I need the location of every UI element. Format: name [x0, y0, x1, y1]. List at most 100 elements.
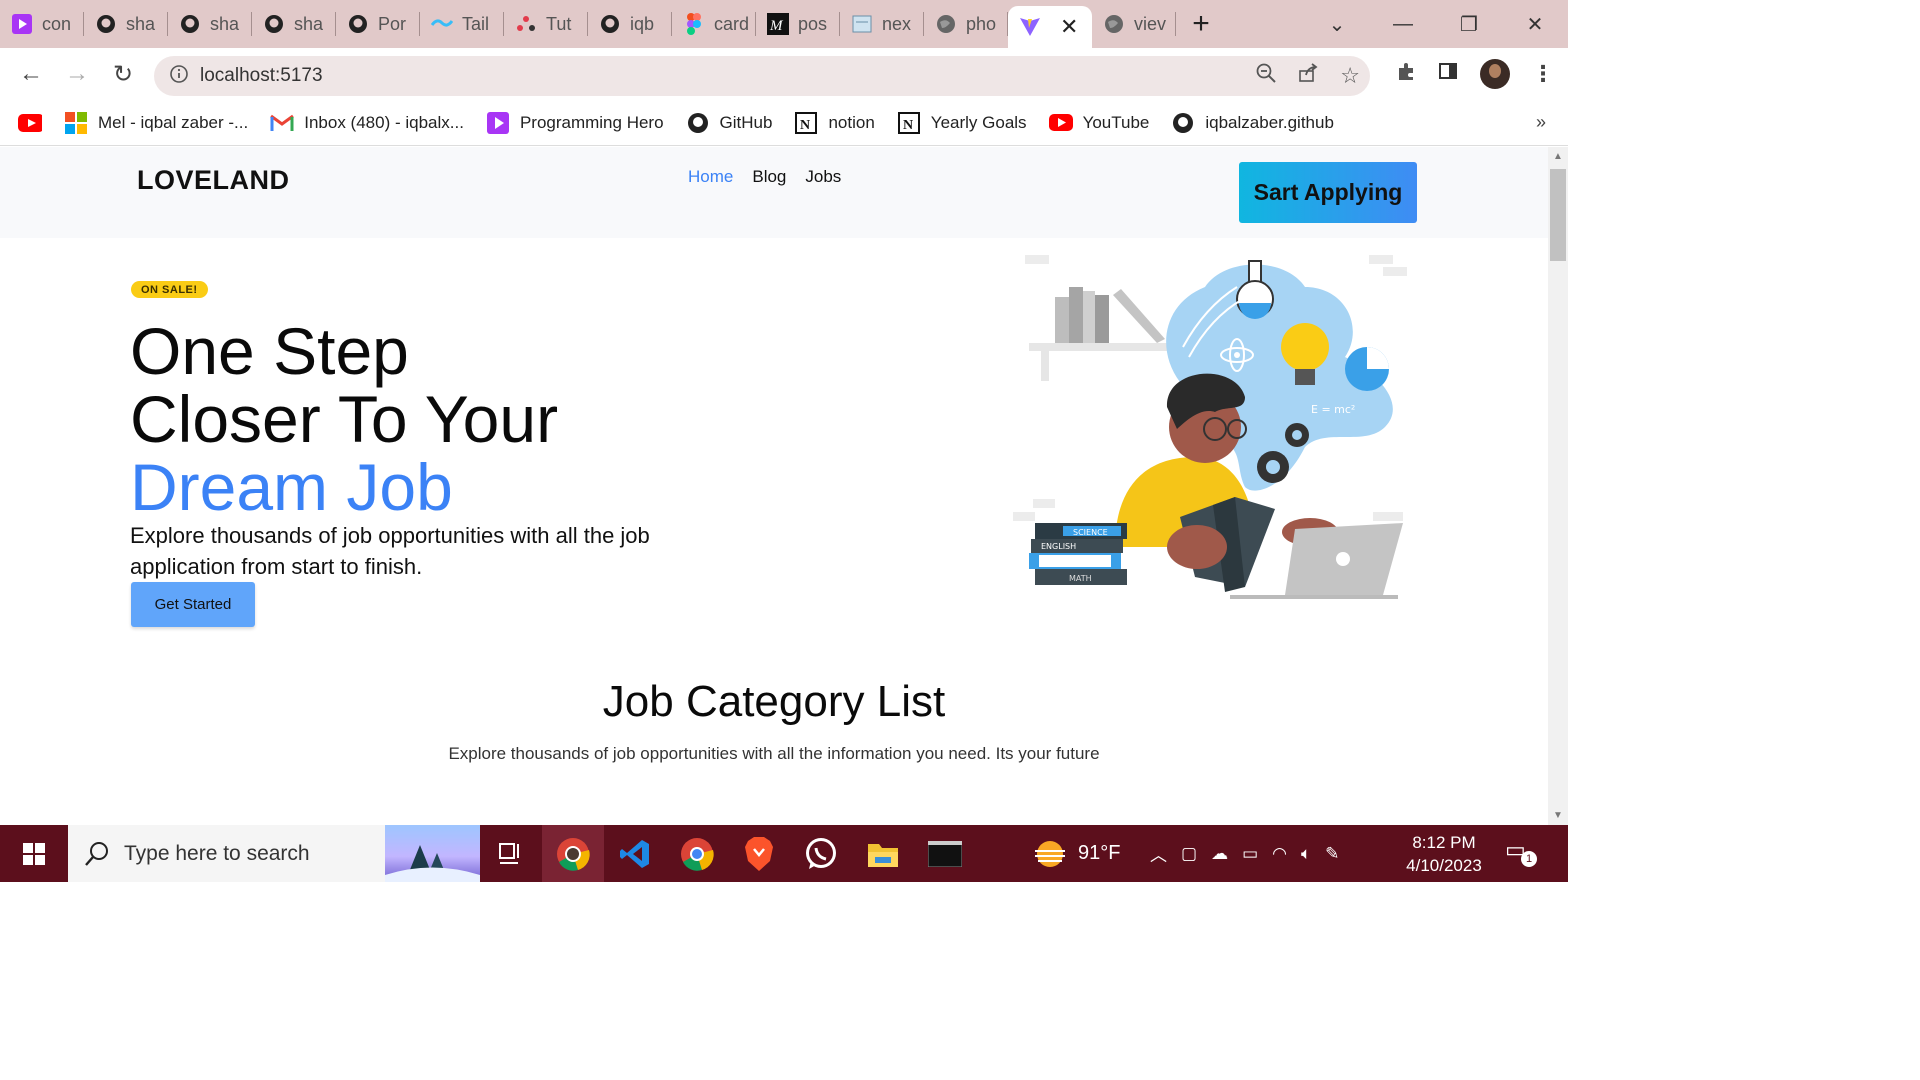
onedrive-icon[interactable]: ☁: [1211, 844, 1228, 864]
tab[interactable]: iqb: [588, 0, 672, 48]
taskbar-whatsapp[interactable]: [790, 825, 852, 882]
notion-icon: N: [794, 111, 818, 135]
scroll-up-arrow-icon[interactable]: ▲: [1553, 151, 1563, 162]
taskbar-vscode[interactable]: [604, 825, 666, 882]
tab[interactable]: nex: [840, 0, 924, 48]
task-view-icon: [499, 842, 519, 864]
volume-icon[interactable]: 🔈︎: [1301, 844, 1311, 864]
scroll-down-arrow-icon[interactable]: ▼: [1553, 810, 1563, 821]
bookmark-label: Programming Hero: [519, 112, 664, 132]
tab-strip: con sha sha sha Por Tail Tut iqb card M …: [0, 0, 1568, 48]
nav-jobs[interactable]: Jobs: [805, 167, 841, 187]
bookmark-inbox[interactable]: Inbox (480) - iqbalx...: [270, 111, 464, 135]
extensions-icon[interactable]: [1396, 61, 1416, 87]
tailwind-icon: [430, 12, 454, 36]
meet-now-icon[interactable]: ▢: [1181, 844, 1197, 864]
taskbar-search[interactable]: Type here to search: [68, 825, 480, 882]
tab-active[interactable]: ✕: [1008, 6, 1092, 48]
bookmarks-overflow-button[interactable]: »: [1536, 112, 1546, 133]
close-tab-icon[interactable]: ✕: [1060, 14, 1078, 40]
start-applying-button[interactable]: Sart Applying: [1239, 162, 1417, 223]
site-logo[interactable]: LOVELAND: [137, 165, 290, 196]
folder-icon: [868, 843, 898, 867]
tab[interactable]: sha: [84, 0, 168, 48]
bookmark-label: notion: [828, 112, 875, 132]
hero-illustration: E = mc² SCIENCE ENGLISH MATH: [1013, 255, 1407, 599]
page-scrollbar[interactable]: ▲ ▼: [1548, 147, 1568, 825]
bookmark-youtube-label[interactable]: YouTube: [1048, 111, 1149, 135]
profile-avatar[interactable]: [1480, 59, 1510, 89]
bookmark-programming-hero[interactable]: Programming Hero: [486, 111, 664, 135]
menu-icon[interactable]: ⋮: [1532, 61, 1554, 87]
tab-title: viev: [1134, 13, 1167, 34]
github-icon: [686, 111, 710, 135]
tab-title: card: [714, 13, 750, 34]
taskbar-file-explorer[interactable]: [852, 825, 914, 882]
wifi-icon[interactable]: ◠: [1272, 844, 1287, 864]
book-english: ENGLISH: [1041, 542, 1076, 551]
tray-overflow-icon[interactable]: ︿: [1150, 841, 1167, 866]
bookmark-youtube[interactable]: [18, 111, 42, 135]
github-icon: [262, 12, 286, 36]
terminal-icon: [928, 840, 962, 867]
bookmark-notion[interactable]: N notion: [794, 111, 875, 135]
tab-title: con: [42, 13, 72, 34]
tab-title: Tut: [546, 13, 572, 34]
tab-title: nex: [882, 13, 912, 34]
taskbar-clock[interactable]: 8:12 PM 4/10/2023: [1398, 831, 1490, 877]
close-window-button[interactable]: ✕: [1502, 12, 1568, 37]
tab[interactable]: con: [0, 0, 84, 48]
bookmark-yearly-goals[interactable]: N Yearly Goals: [897, 111, 1027, 135]
tab[interactable]: viev: [1092, 0, 1176, 48]
browser-toolbar: ← → ↻ localhost:5173 ☆ ⋮: [0, 48, 1568, 100]
clock-date: 4/10/2023: [1406, 856, 1482, 875]
info-icon[interactable]: [170, 64, 188, 88]
side-panel-icon[interactable]: [1438, 61, 1458, 87]
taskbar-chrome-profile[interactable]: [542, 825, 604, 882]
tab-title: pho: [966, 13, 997, 34]
tab[interactable]: card: [672, 0, 756, 48]
pen-icon[interactable]: ✎: [1325, 844, 1339, 864]
forward-button[interactable]: →: [54, 51, 100, 97]
tab[interactable]: sha: [168, 0, 252, 48]
figma-icon: [682, 12, 706, 36]
section-title: Job Category List: [602, 677, 946, 726]
nav-home[interactable]: Home: [688, 167, 733, 187]
tab-title: sha: [126, 13, 156, 34]
start-button[interactable]: [0, 825, 68, 882]
back-button[interactable]: ←: [8, 51, 54, 97]
taskbar-brave[interactable]: [728, 825, 790, 882]
minimize-button[interactable]: —: [1370, 13, 1436, 36]
bookmark-mel[interactable]: Mel - iqbal zaber -...: [64, 111, 248, 135]
reload-button[interactable]: ↻: [100, 51, 146, 97]
task-view-button[interactable]: [480, 825, 542, 882]
get-started-button[interactable]: Get Started: [131, 582, 255, 627]
tab[interactable]: Por: [336, 0, 420, 48]
tab[interactable]: M pos: [756, 0, 840, 48]
tab[interactable]: Tail: [420, 0, 504, 48]
scrollbar-thumb[interactable]: [1550, 169, 1566, 261]
tab[interactable]: Tut: [504, 0, 588, 48]
tab[interactable]: sha: [252, 0, 336, 48]
share-icon[interactable]: [1298, 63, 1318, 89]
bookmark-star-icon[interactable]: ☆: [1340, 63, 1360, 89]
bookmark-iqbalzaber-github[interactable]: iqbalzaber.github: [1171, 111, 1334, 135]
brave-icon: [745, 836, 773, 871]
tab-title: Por: [378, 13, 407, 34]
medium-icon: M: [766, 12, 790, 36]
new-tab-button[interactable]: +: [1176, 0, 1226, 48]
search-placeholder: Type here to search: [124, 841, 310, 865]
bookmark-github[interactable]: GitHub: [686, 111, 772, 135]
taskbar-terminal[interactable]: [914, 825, 976, 882]
tab-search-icon[interactable]: ⌄: [1304, 12, 1370, 37]
address-bar[interactable]: localhost:5173 ☆: [154, 56, 1370, 96]
tab[interactable]: pho: [924, 0, 1008, 48]
notification-center-button[interactable]: ▭ 1: [1505, 837, 1537, 867]
restore-button[interactable]: ❐: [1436, 12, 1502, 37]
battery-icon[interactable]: ▭: [1242, 844, 1258, 864]
nav-blog[interactable]: Blog: [752, 167, 786, 187]
zoom-icon[interactable]: [1256, 63, 1276, 89]
programming-hero-icon: [10, 12, 34, 36]
weather-widget[interactable]: 91°F: [1032, 825, 1120, 882]
taskbar-chrome[interactable]: [666, 825, 728, 882]
